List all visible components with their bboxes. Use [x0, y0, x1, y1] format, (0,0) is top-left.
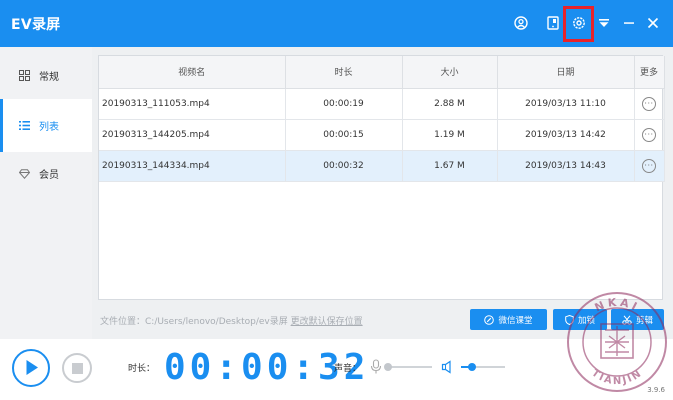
size-cell: 1.67 M — [402, 150, 498, 182]
table-row[interactable]: 20190313_144205.mp4 00:00:15 1.19 M 2019… — [99, 119, 665, 151]
grid-icon — [19, 70, 30, 81]
duration-cell: 00:00:19 — [285, 88, 403, 120]
duration-cell: 00:00:15 — [285, 119, 403, 151]
dropdown-icon — [599, 19, 609, 27]
recording-control-bar: 时长： 00:00:32 声音： 3.9.6 — [0, 339, 673, 400]
title-bar: EV录屏 — [0, 0, 673, 47]
change-save-path-link[interactable]: 更改默认保存位置 — [291, 317, 363, 327]
save-path-row: 文件位置：C:/Users/lenovo/Desktop/ev录屏 更改默认保存… — [100, 314, 363, 327]
col-header-size[interactable]: 大小 — [402, 56, 498, 89]
edit-clip-button[interactable]: 剪辑 — [611, 309, 664, 330]
more-options-icon[interactable]: ··· — [642, 96, 656, 111]
button-label: 剪辑 — [635, 315, 653, 326]
sidebar-item-label: 会员 — [39, 170, 59, 181]
shield-icon — [565, 314, 574, 325]
play-icon — [26, 360, 38, 375]
watermark-lock-button[interactable]: 加锁 — [553, 309, 607, 330]
col-header-date[interactable]: 日期 — [497, 56, 635, 89]
sidebar: 常规 列表 会员 — [0, 47, 92, 339]
link-icon — [484, 314, 495, 325]
sidebar-item-label: 列表 — [39, 122, 59, 133]
col-header-name[interactable]: 视频名 — [99, 56, 286, 89]
mic-volume-knob[interactable] — [384, 363, 392, 371]
sidebar-item-list[interactable]: 列表 — [0, 99, 92, 152]
close-icon — [647, 17, 659, 29]
col-header-more: 更多 — [634, 56, 665, 89]
size-cell: 2.88 M — [402, 88, 498, 120]
microphone-icon[interactable] — [370, 359, 382, 375]
app-title: EV录屏 — [11, 17, 61, 33]
settings-highlight-box — [563, 6, 594, 42]
dropdown-button[interactable] — [594, 12, 614, 34]
button-label: 加锁 — [577, 315, 595, 326]
user-button[interactable] — [511, 12, 531, 34]
scissors-icon — [622, 314, 632, 325]
user-icon — [514, 16, 528, 30]
duration-label: 时长： — [128, 364, 156, 374]
duration-cell: 00:00:32 — [285, 150, 403, 182]
sidebar-item-label: 常规 — [39, 72, 59, 83]
recordings-table: 视频名 时长 大小 日期 更多 20190313_111053.mp4 00:0… — [98, 55, 665, 300]
list-icon — [19, 120, 30, 131]
save-path-label: 文件位置：C:/Users/lenovo/Desktop/ev录屏 — [100, 317, 288, 327]
more-options-icon[interactable]: ··· — [642, 127, 656, 142]
main-panel: 视频名 时长 大小 日期 更多 20190313_111053.mp4 00:0… — [92, 47, 673, 339]
button-label: 微信课堂 — [498, 315, 533, 326]
date-cell: 2019/03/13 14:43 — [497, 150, 635, 182]
sound-label: 声音： — [334, 364, 362, 374]
table-header-row: 视频名 时长 大小 日期 更多 — [99, 56, 665, 89]
more-cell: ··· — [634, 119, 665, 151]
wechat-class-button[interactable]: 微信课堂 — [470, 309, 547, 330]
stop-icon — [71, 362, 83, 374]
file-name-cell: 20190313_144334.mp4 — [99, 150, 286, 182]
sidebar-item-general[interactable]: 常规 — [0, 49, 92, 102]
speaker-icon[interactable] — [441, 360, 455, 374]
more-options-icon[interactable]: ··· — [642, 158, 656, 173]
start-record-button[interactable] — [12, 349, 50, 387]
more-cell: ··· — [634, 150, 665, 182]
col-header-duration[interactable]: 时长 — [285, 56, 403, 89]
mobile-button[interactable] — [543, 12, 563, 34]
stop-record-button[interactable] — [62, 353, 92, 383]
sidebar-item-membership[interactable]: 会员 — [0, 147, 92, 200]
close-button[interactable] — [643, 12, 663, 34]
date-cell: 2019/03/13 14:42 — [497, 119, 635, 151]
table-row[interactable]: 20190313_111053.mp4 00:00:19 2.88 M 2019… — [99, 88, 665, 120]
version-label: 3.9.6 — [647, 386, 665, 394]
file-name-cell: 20190313_144205.mp4 — [99, 119, 286, 151]
phone-icon — [547, 16, 559, 30]
size-cell: 1.19 M — [402, 119, 498, 151]
more-cell: ··· — [634, 88, 665, 120]
diamond-icon — [19, 168, 30, 179]
minimize-icon — [624, 22, 634, 24]
speaker-volume-knob[interactable] — [468, 363, 476, 371]
minimize-button[interactable] — [619, 12, 639, 34]
table-row-selected[interactable]: 20190313_144334.mp4 00:00:32 1.67 M 2019… — [99, 150, 665, 182]
file-name-cell: 20190313_111053.mp4 — [99, 88, 286, 120]
speaker-volume-slider[interactable] — [461, 363, 505, 371]
microphone-volume-slider[interactable] — [384, 363, 432, 371]
date-cell: 2019/03/13 11:10 — [497, 88, 635, 120]
